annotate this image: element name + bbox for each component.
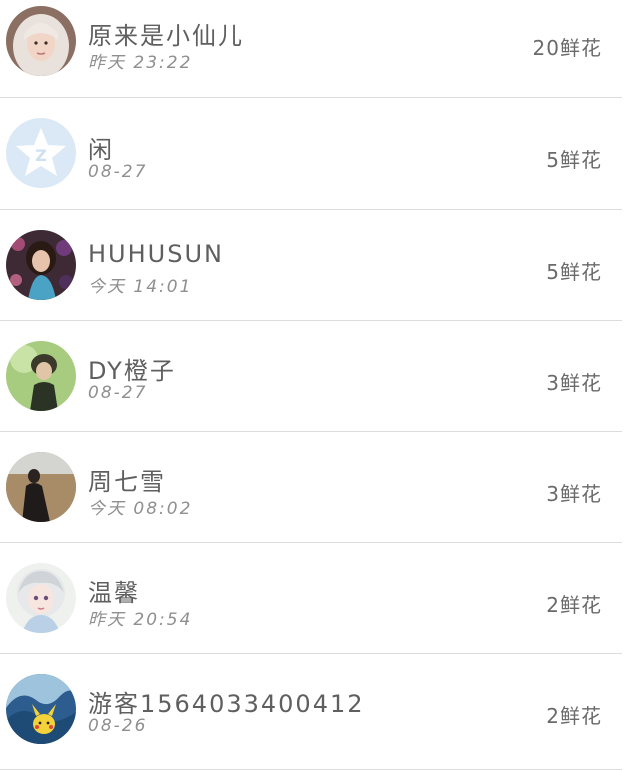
timestamp: 昨天 20:54 xyxy=(88,610,193,630)
list-item[interactable]: 原来是小仙儿 昨天 23:22 20鲜花 xyxy=(0,0,622,98)
timestamp: 今天 08:02 xyxy=(88,499,193,519)
qq-default-avatar[interactable]: Z xyxy=(6,118,76,188)
timestamp: 08-27 xyxy=(88,383,148,403)
user-name: 闲 xyxy=(88,136,114,164)
boy-green-avatar[interactable] xyxy=(6,341,76,411)
girl-headscarf-avatar[interactable] xyxy=(6,6,76,76)
field-portrait-avatar[interactable] xyxy=(6,452,76,522)
list-item[interactable]: Z 闲 08-27 5鲜花 xyxy=(0,98,622,210)
timestamp: 08-26 xyxy=(88,716,148,736)
flower-count: 3鲜花 xyxy=(546,371,602,395)
girl-flowers-avatar[interactable] xyxy=(6,230,76,300)
flower-count: 3鲜花 xyxy=(546,482,602,506)
list-item[interactable]: DY橙子 08-27 3鲜花 xyxy=(0,321,622,432)
anime-girl-avatar[interactable] xyxy=(6,563,76,633)
list-item[interactable]: 温馨 昨天 20:54 2鲜花 xyxy=(0,543,622,654)
flower-count: 2鲜花 xyxy=(546,704,602,728)
timestamp: 昨天 23:22 xyxy=(88,53,193,73)
svg-text:Z: Z xyxy=(35,146,47,165)
timestamp: 今天 14:01 xyxy=(88,277,193,297)
pikachu-wave-avatar[interactable] xyxy=(6,674,76,744)
user-name: HUHUSUN xyxy=(88,240,224,268)
list-item[interactable]: 游客1564033400412 08-26 2鲜花 xyxy=(0,654,622,770)
user-name: 周七雪 xyxy=(88,468,166,496)
list-item[interactable]: 周七雪 今天 08:02 3鲜花 xyxy=(0,432,622,543)
flower-ranking-list: 原来是小仙儿 昨天 23:22 20鲜花 Z 闲 08-27 5鲜花 HUHUS… xyxy=(0,0,622,770)
user-name: DY橙子 xyxy=(88,357,176,385)
flower-count: 5鲜花 xyxy=(546,148,602,172)
flower-count: 20鲜花 xyxy=(532,36,602,60)
user-name: 温馨 xyxy=(88,579,140,607)
flower-count: 2鲜花 xyxy=(546,593,602,617)
user-name: 原来是小仙儿 xyxy=(88,22,244,50)
flower-count: 5鲜花 xyxy=(546,260,602,284)
list-item[interactable]: HUHUSUN 今天 14:01 5鲜花 xyxy=(0,210,622,321)
timestamp: 08-27 xyxy=(88,162,148,182)
user-name: 游客1564033400412 xyxy=(88,690,365,718)
